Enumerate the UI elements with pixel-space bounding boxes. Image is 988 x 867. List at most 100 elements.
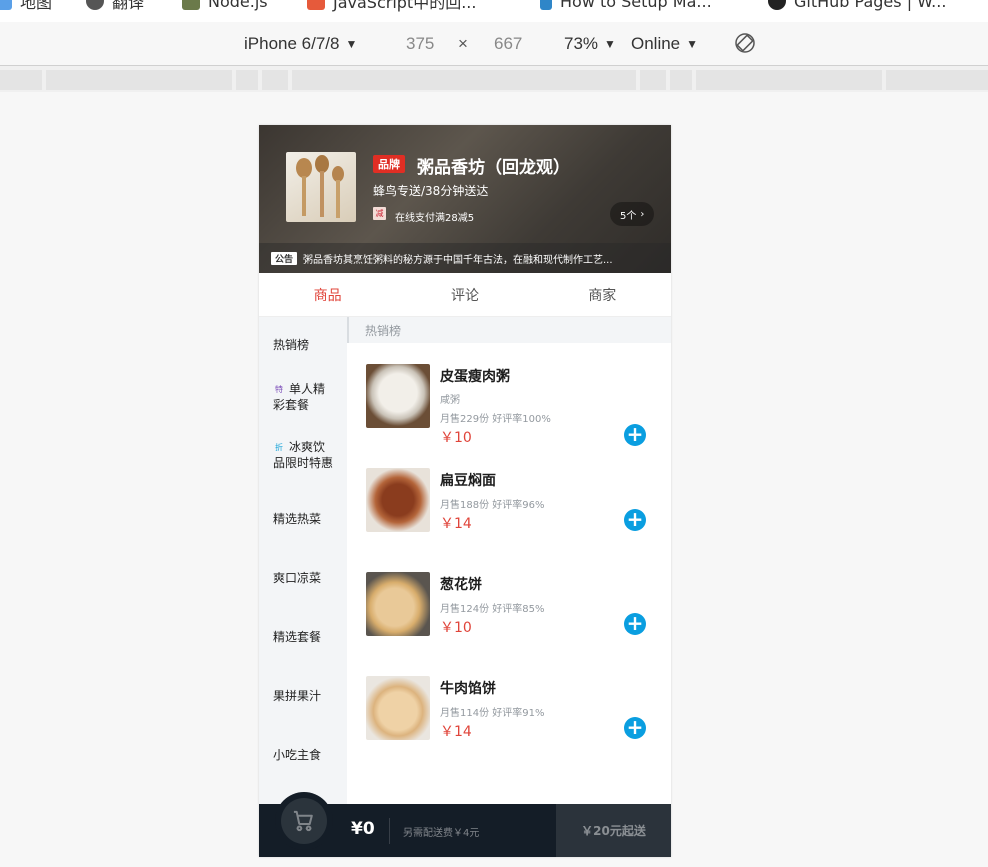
- seller-header: 品牌 粥品香坊（回龙观） 蜂鸟专送/38分钟送达 减 在线支付满28减5 5个 …: [259, 125, 671, 273]
- food-desc: 咸粥: [440, 395, 460, 406]
- bulletin-bar[interactable]: 公告 粥品香坊其烹饪粥料的秘方源于中国千年古法，在融和现代制作工艺...: [259, 243, 671, 273]
- media-query-ruler: [0, 66, 988, 92]
- delivery-info: 蜂鸟专送/38分钟送达: [373, 184, 489, 198]
- menu-item-fruit[interactable]: 果拼果汁: [259, 666, 347, 725]
- checkout-button[interactable]: ￥20元起送: [556, 804, 671, 857]
- network-label: Online: [631, 34, 681, 53]
- rotate-icon: [735, 33, 755, 53]
- tab-bar: 商品 评论 商家: [259, 273, 671, 317]
- cart-icon: [281, 798, 327, 844]
- zoom-select[interactable]: 73% ▼: [564, 34, 616, 54]
- discount-icon: 折: [275, 443, 283, 452]
- add-to-cart-button[interactable]: +: [624, 509, 646, 531]
- ruler-segment[interactable]: [262, 70, 288, 90]
- menu-item-hot[interactable]: 热销榜: [259, 317, 347, 373]
- food-price: ￥14: [440, 724, 472, 740]
- support-text: 在线支付满28减5: [395, 213, 475, 224]
- add-to-cart-button[interactable]: +: [624, 424, 646, 446]
- spoons-image: [296, 155, 344, 218]
- times-label: ×: [458, 34, 468, 53]
- device-select[interactable]: iPhone 6/7/8 ▼: [244, 34, 357, 54]
- rotate-button[interactable]: [734, 32, 756, 54]
- bookmark-node[interactable]: Node.js: [182, 0, 268, 12]
- ruler-segment[interactable]: [0, 70, 42, 90]
- plus-icon: +: [626, 422, 644, 446]
- width-input[interactable]: 375: [406, 34, 434, 54]
- js-icon: [307, 0, 325, 10]
- plus-icon: +: [626, 507, 644, 531]
- menu-item-label: 精选套餐: [273, 629, 322, 644]
- tab-goods[interactable]: 商品: [259, 273, 396, 316]
- food-name: 皮蛋瘦肉粥: [440, 369, 510, 385]
- caret-down-icon: ▼: [686, 37, 699, 51]
- ruler-segment[interactable]: [292, 70, 636, 90]
- translate-icon: [86, 0, 104, 10]
- menu-item-hot-dishes[interactable]: 精选热菜: [259, 489, 347, 548]
- bulletin-icon: 公告: [271, 251, 297, 265]
- food-item[interactable]: 皮蛋瘦肉粥 咸粥 月售229份 好评率100% ￥10 +: [347, 346, 671, 450]
- ruler-segment[interactable]: [886, 70, 988, 90]
- bookmark-translate[interactable]: 翻译: [86, 0, 144, 12]
- plus-icon: +: [626, 715, 644, 739]
- height-value: 667: [494, 34, 523, 53]
- food-item[interactable]: 扁豆焖面 月售188份 好评率96% ￥14 +: [347, 450, 671, 554]
- menu-item-set-meals[interactable]: 精选套餐: [259, 607, 347, 666]
- divider: [389, 818, 390, 844]
- shopcart-bar: ¥0 另需配送费￥4元 ￥20元起送: [259, 792, 671, 857]
- food-item[interactable]: 葱花饼 月售124份 好评率85% ￥10 +: [347, 554, 671, 658]
- food-item[interactable]: 牛肉馅饼 月售114份 好评率91% ￥14 +: [347, 658, 671, 762]
- bookmark-js[interactable]: JavaScript中的回...: [307, 0, 476, 12]
- bookmark-label: 地图: [20, 0, 53, 12]
- height-input[interactable]: 667: [494, 34, 522, 54]
- tab-seller[interactable]: 商家: [534, 273, 671, 316]
- ruler-segment[interactable]: [670, 70, 692, 90]
- bookmark-map[interactable]: 地图: [0, 0, 52, 12]
- add-to-cart-button[interactable]: +: [624, 717, 646, 739]
- add-to-cart-button[interactable]: +: [624, 613, 646, 635]
- map-icon: [0, 0, 12, 10]
- menu-item-label: 热销榜: [273, 338, 310, 352]
- food-name: 葱花饼: [440, 577, 482, 593]
- brand-badge: 品牌: [373, 155, 405, 173]
- food-sales: 月售188份 好评率96%: [440, 500, 545, 511]
- github-icon: [768, 0, 786, 10]
- bookmark-label: How to Setup Ma...: [560, 0, 712, 11]
- chevron-right-icon: ›: [640, 208, 645, 220]
- food-image: [366, 364, 430, 428]
- food-sales: 月售124份 好评率85%: [440, 604, 545, 615]
- food-image: [366, 572, 430, 636]
- support-count-button[interactable]: 5个 ›: [610, 202, 655, 226]
- decrease-icon: 减: [373, 207, 386, 220]
- foods-section-title: 热销榜: [347, 317, 671, 343]
- tab-ratings[interactable]: 评论: [396, 273, 533, 316]
- cart-logo-button[interactable]: [275, 792, 333, 850]
- bookmarks-bar: 地图 翻译 Node.js JavaScript中的回... How to Se…: [0, 0, 988, 22]
- bulletin-text: 粥品香坊其烹饪粥料的秘方源于中国千年古法，在融和现代制作工艺...: [303, 254, 613, 266]
- menu-item-snacks[interactable]: 小吃主食: [259, 725, 347, 784]
- food-price: ￥10: [440, 430, 472, 446]
- menu-item-single-set[interactable]: 特单人精彩套餐: [259, 373, 347, 421]
- foods-list: 热销榜 皮蛋瘦肉粥 咸粥 月售229份 好评率100% ￥10 + 扁豆焖面 月…: [347, 317, 671, 857]
- menu-item-drinks[interactable]: 折冰爽饮品限时特惠: [259, 421, 347, 489]
- ruler-segment[interactable]: [640, 70, 666, 90]
- bookmark-label: GitHub Pages | W...: [794, 0, 947, 11]
- food-image: [366, 468, 430, 532]
- zoom-label: 73%: [564, 34, 599, 53]
- menu-item-cold-dishes[interactable]: 爽口凉菜: [259, 548, 347, 607]
- bookmark-github[interactable]: GitHub Pages | W...: [768, 0, 946, 12]
- bookmark-label: 翻译: [112, 0, 145, 12]
- dimension-separator: ×: [458, 34, 468, 54]
- food-price: ￥14: [440, 516, 472, 532]
- food-sales: 月售229份 好评率100%: [440, 414, 551, 425]
- ruler-segment[interactable]: [46, 70, 232, 90]
- caret-down-icon: ▼: [345, 37, 358, 51]
- device-toolbar: iPhone 6/7/8 ▼ 375 × 667 73% ▼ Online ▼: [0, 22, 988, 66]
- ruler-segment[interactable]: [236, 70, 258, 90]
- cart-total: ¥0: [351, 819, 375, 839]
- network-select[interactable]: Online ▼: [631, 34, 698, 54]
- bookmark-label: Node.js: [208, 0, 268, 11]
- bookmark-setup[interactable]: How to Setup Ma...: [540, 0, 712, 12]
- device-label: iPhone 6/7/8: [244, 34, 340, 53]
- ruler-segment[interactable]: [696, 70, 882, 90]
- food-sales: 月售114份 好评率91%: [440, 708, 545, 719]
